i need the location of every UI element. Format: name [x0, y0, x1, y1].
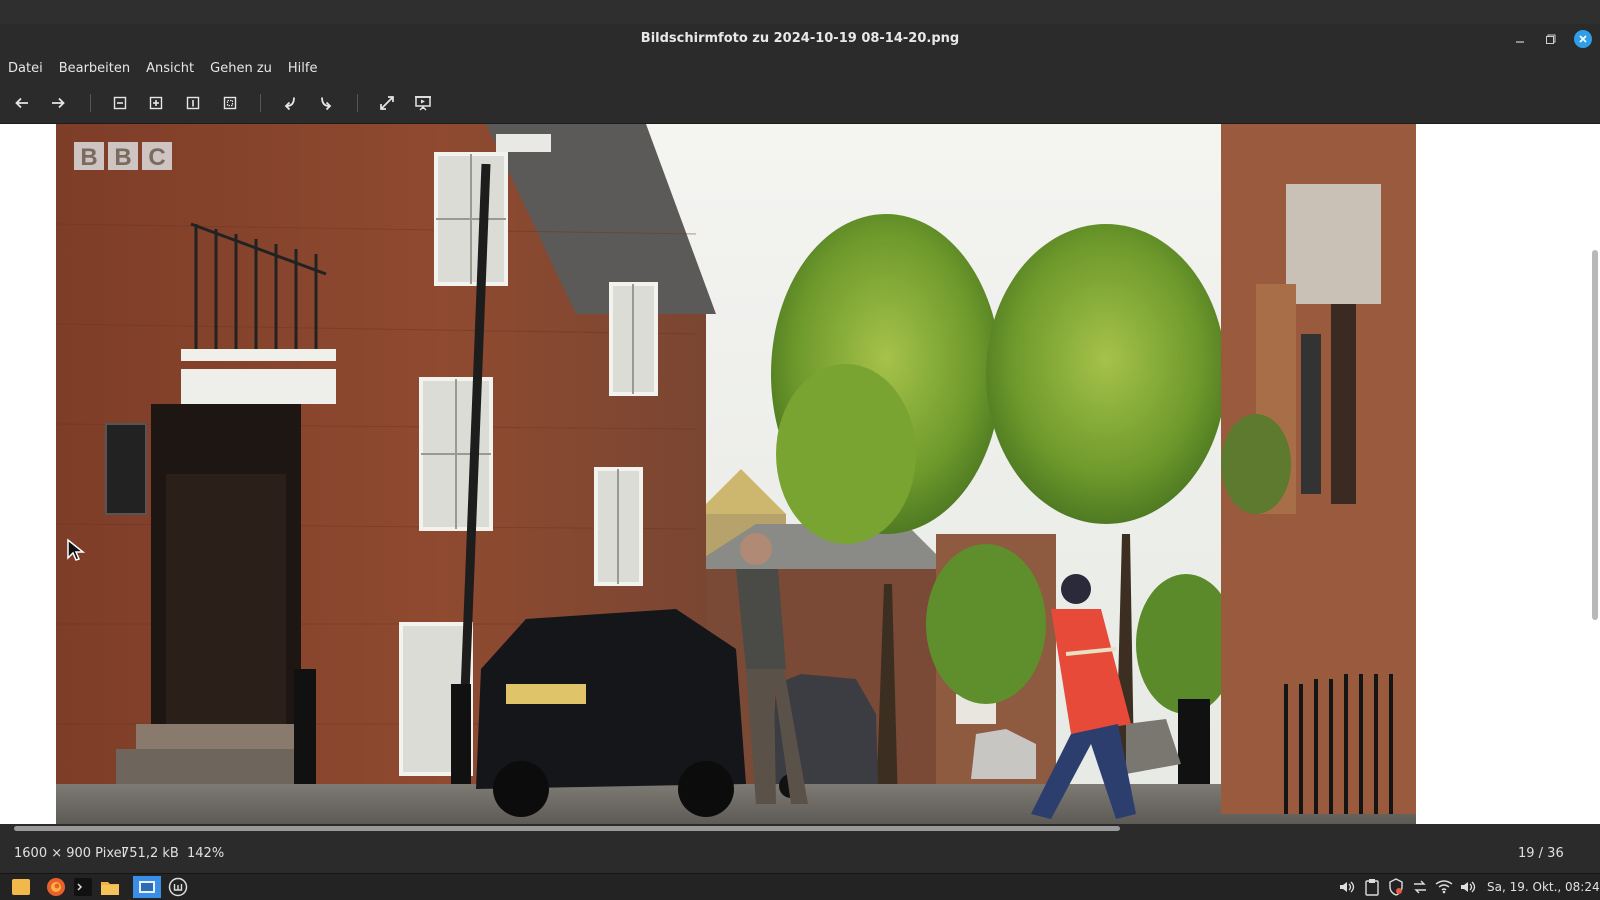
menu-gehen-zu[interactable]: Gehen zu: [210, 58, 272, 79]
zoom-out-icon: [113, 96, 127, 110]
window-title: Bildschirmfoto zu 2024-10-19 08-14-20.pn…: [640, 31, 960, 46]
image-viewer-task[interactable]: [133, 876, 161, 898]
terminal-icon: [74, 878, 92, 896]
restore-icon: [1546, 34, 1556, 44]
slideshow-button[interactable]: [411, 92, 435, 114]
horizontal-scrollbar[interactable]: [0, 824, 1600, 833]
firefox-launcher[interactable]: [45, 876, 67, 898]
menu-bar: Datei Bearbeiten Ansicht Gehen zu Hilfe: [0, 54, 1600, 82]
zoom-original-icon: [186, 96, 200, 110]
rotate-right-button[interactable]: [314, 92, 338, 114]
zoom-out-button[interactable]: [108, 92, 132, 114]
tray-wifi[interactable]: [1434, 878, 1454, 896]
next-image-button[interactable]: [46, 92, 70, 114]
rotate-right-icon: [321, 97, 332, 111]
menu-bearbeiten[interactable]: Bearbeiten: [59, 58, 130, 79]
tray-network-transfer[interactable]: [1410, 878, 1430, 896]
fullscreen-button[interactable]: [375, 92, 399, 114]
toolbar: [0, 82, 1600, 124]
toolbar-separator: [260, 94, 261, 112]
menu-hilfe[interactable]: Hilfe: [288, 58, 318, 79]
svg-text:B: B: [114, 144, 131, 171]
file-size: 751,2 kB: [121, 846, 179, 861]
tray-shield[interactable]: [1386, 878, 1406, 896]
speaker-icon: [1340, 881, 1355, 893]
image-dimensions: 1600 × 900 Pixel: [14, 846, 126, 861]
title-bar[interactable]: Bildschirmfoto zu 2024-10-19 08-14-20.pn…: [0, 24, 1600, 54]
mouse-cursor-icon: [66, 538, 86, 566]
tray-volume[interactable]: [1337, 878, 1357, 896]
minimize-button[interactable]: [1510, 29, 1530, 49]
arrow-right-icon: [52, 97, 65, 109]
minimize-icon: [1516, 41, 1524, 43]
tray-clipboard[interactable]: [1362, 878, 1382, 896]
slideshow-icon: [415, 96, 431, 111]
close-icon: [1574, 30, 1592, 48]
previous-image-button[interactable]: [10, 92, 34, 114]
image-viewer-icon: [139, 881, 155, 893]
zoom-in-icon: [149, 96, 163, 110]
app-launcher[interactable]: [167, 876, 189, 898]
files-launcher[interactable]: [99, 876, 121, 898]
desktop-top-strip: [0, 0, 1600, 24]
desktop-button[interactable]: [10, 876, 32, 898]
close-button[interactable]: [1573, 29, 1593, 49]
shield-icon: [1389, 878, 1403, 896]
vertical-scrollbar-thumb[interactable]: [1592, 250, 1598, 620]
rotate-left-icon: [284, 97, 295, 111]
zoom-fit-icon: [223, 96, 237, 110]
toolbar-separator: [90, 94, 91, 112]
volume-icon: [1461, 881, 1476, 893]
taskbar-clock[interactable]: Sa, 19. Okt., 08:24: [1487, 880, 1600, 894]
street-scene-image: B B C: [56, 124, 1416, 824]
terminal-launcher[interactable]: [72, 876, 94, 898]
bbc-logo: B B C: [74, 142, 172, 171]
status-bar: 1600 × 900 Pixel 751,2 kB 142% 19 / 36: [0, 833, 1600, 873]
fullscreen-icon: [380, 96, 394, 110]
clipboard-icon: [1365, 879, 1379, 896]
displayed-image: B B C: [56, 124, 1416, 824]
svg-text:C: C: [148, 144, 165, 171]
firefox-icon: [47, 878, 65, 896]
menu-datei[interactable]: Datei: [8, 58, 43, 79]
transfer-icon: [1414, 880, 1426, 894]
folder-icon: [101, 882, 119, 895]
wifi-icon: [1435, 880, 1453, 894]
zoom-in-button[interactable]: [144, 92, 168, 114]
vertical-scrollbar[interactable]: [1590, 124, 1600, 824]
svg-text:B: B: [80, 144, 97, 171]
zoom-original-button[interactable]: [181, 92, 205, 114]
toolbar-separator: [357, 94, 358, 112]
menu-ansicht[interactable]: Ansicht: [146, 58, 194, 79]
rotate-left-button[interactable]: [278, 92, 302, 114]
taskbar: Sa, 19. Okt., 08:24: [0, 873, 1600, 900]
circular-logo-icon: [168, 877, 188, 897]
image-position: 19 / 36: [1518, 846, 1564, 861]
zoom-level: 142%: [187, 846, 225, 861]
image-viewport[interactable]: B B C: [0, 124, 1590, 824]
horizontal-scrollbar-thumb[interactable]: [14, 826, 1120, 831]
tray-sound[interactable]: [1458, 878, 1478, 896]
show-desktop-icon: [12, 879, 30, 895]
zoom-fit-button[interactable]: [218, 92, 242, 114]
maximize-button[interactable]: [1541, 29, 1561, 49]
arrow-left-icon: [15, 97, 28, 109]
